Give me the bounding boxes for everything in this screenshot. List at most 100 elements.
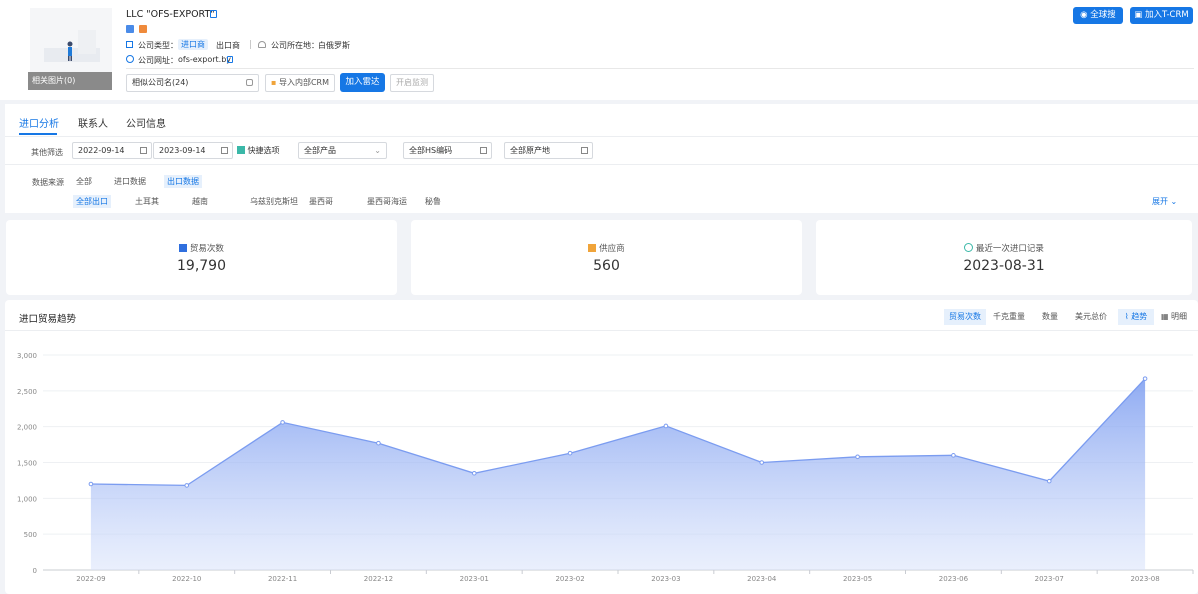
add-tcrm-label: 加入T-CRM xyxy=(1145,10,1189,20)
header-divider xyxy=(126,68,1194,69)
x-tick-label: 2023-08 xyxy=(1130,575,1159,583)
y-tick-label: 3,000 xyxy=(17,352,37,360)
chevron-down-icon: ⌄ xyxy=(374,146,381,155)
company-illustration-icon xyxy=(44,30,100,62)
active-tab-indicator xyxy=(19,133,57,135)
edit-icon[interactable] xyxy=(246,79,253,86)
company-website-link[interactable]: ofs-export.by xyxy=(178,55,231,64)
metric-quantity-button[interactable]: 数量 xyxy=(1032,309,1068,325)
date-to-input[interactable]: 2023-09-14 xyxy=(153,142,233,159)
folder-icon: ▪ xyxy=(270,78,277,87)
stat-label-last-import: 最近一次进口记录 xyxy=(816,242,1192,254)
data-point xyxy=(951,453,956,458)
quick-options-icon xyxy=(237,146,245,154)
x-tick-label: 2022-12 xyxy=(364,575,393,583)
stat-label-last-import-text: 最近一次进口记录 xyxy=(975,244,1044,254)
x-tick-label: 2023-03 xyxy=(651,575,680,583)
import-crm-label: 导入内部CRM xyxy=(278,78,329,87)
globe-icon xyxy=(126,55,134,63)
view-trend-label: 趋势 xyxy=(1131,312,1148,321)
source-export[interactable]: 出口数据 xyxy=(164,175,202,188)
origin-select[interactable]: 全部原产地 xyxy=(504,142,593,159)
source-label: 数据来源 xyxy=(32,178,64,187)
export-peru[interactable]: 秘鲁 xyxy=(425,196,441,207)
filter-label: 其他筛选 xyxy=(31,148,63,157)
date-from-value: 2022-09-14 xyxy=(78,146,125,155)
global-search-button[interactable]: ◉ 全球搜 xyxy=(1073,7,1123,24)
export-uzbekistan[interactable]: 乌兹别克斯坦 xyxy=(250,196,298,207)
x-tick-label: 2023-05 xyxy=(843,575,872,583)
stat-label-suppliers: 供应商 xyxy=(411,242,802,254)
analysis-panel: 进口分析 联系人 公司信息 其他筛选 2022-09-14 2023-09-14… xyxy=(5,104,1198,213)
global-search-label: 全球搜 xyxy=(1090,10,1116,20)
start-monitor-button[interactable]: 开启监测 xyxy=(390,74,434,92)
y-tick-label: 500 xyxy=(24,531,37,539)
linkedin-icon[interactable] xyxy=(126,25,134,33)
series-area xyxy=(90,378,1146,570)
tab-divider xyxy=(5,136,1198,137)
data-point xyxy=(1142,376,1148,381)
export-vietnam[interactable]: 越南 xyxy=(192,196,208,207)
date-to-value: 2023-09-14 xyxy=(159,146,206,155)
location-icon xyxy=(258,41,266,48)
stat-label-trades-text: 贸易次数 xyxy=(189,244,224,254)
x-tick-label: 2022-10 xyxy=(172,575,201,583)
stat-value-suppliers: 560 xyxy=(593,258,620,274)
chart-title: 进口贸易趋势 xyxy=(19,314,77,325)
location-label: 公司所在地： xyxy=(271,41,319,50)
expand-button[interactable]: 展开 ⌄ xyxy=(1152,196,1177,207)
similar-company-field[interactable]: 相似公司名(24) xyxy=(126,74,259,92)
stat-value-trades: 19,790 xyxy=(177,258,226,274)
product-select[interactable]: 全部产品 ⌄ xyxy=(298,142,387,159)
source-import[interactable]: 进口数据 xyxy=(114,176,146,187)
y-tick-label: 1,000 xyxy=(17,495,37,503)
x-tick-label: 2023-06 xyxy=(939,575,969,583)
company-type-label: 公司类型： xyxy=(138,41,178,50)
website-label: 公司网址： xyxy=(138,56,178,65)
add-radar-button[interactable]: 加入雷达 xyxy=(340,73,385,92)
tab-company-info[interactable]: 公司信息 xyxy=(126,115,166,130)
metric-usd-button[interactable]: 美元总价 xyxy=(1070,309,1112,325)
filter-divider xyxy=(5,164,1198,165)
quick-options-button[interactable]: 快捷选项 xyxy=(237,142,280,159)
data-point xyxy=(88,481,94,487)
phone-icon[interactable] xyxy=(139,25,147,33)
stat-value-last-import: 2023-08-31 xyxy=(963,258,1045,274)
export-all[interactable]: 全部出口 xyxy=(73,195,111,208)
stat-card-last-import: 最近一次进口记录 2023-08-31 xyxy=(816,220,1192,295)
export-mexico-sea[interactable]: 墨西哥海运 xyxy=(367,196,407,207)
export-turkey[interactable]: 土耳其 xyxy=(135,196,159,207)
metric-trades-button[interactable]: 贸易次数 xyxy=(944,309,986,325)
related-photos-button[interactable]: 相关图片(0) xyxy=(28,72,112,90)
import-crm-button[interactable]: ▪ 导入内部CRM xyxy=(265,74,335,92)
origin-value: 全部原产地 xyxy=(510,146,550,155)
chart-header-divider xyxy=(5,330,1198,331)
crm-icon: ▣ xyxy=(1134,10,1143,20)
company-header: 相关图片(0) LLC "OFS-EXPORT" 公司类型： 进口商 出口商 |… xyxy=(0,0,1198,100)
metric-weight-button[interactable]: 千克重量 xyxy=(988,309,1030,325)
data-point xyxy=(184,483,190,488)
data-point xyxy=(759,460,765,465)
export-mexico[interactable]: 墨西哥 xyxy=(309,196,333,207)
data-point xyxy=(855,454,860,460)
view-trend-button[interactable]: ⌇ 趋势 xyxy=(1118,309,1154,325)
y-tick-label: 2,000 xyxy=(17,424,37,432)
view-detail-label: 明细 xyxy=(1171,312,1188,321)
similar-company-label: 相似公司名(24) xyxy=(132,78,189,87)
tab-import-analysis[interactable]: 进口分析 xyxy=(19,115,59,130)
copy-website-icon[interactable] xyxy=(227,56,233,63)
chevron-down-icon: ⌄ xyxy=(1170,197,1178,206)
data-point xyxy=(1046,478,1052,484)
bar-chart-icon xyxy=(179,244,188,252)
calendar-icon xyxy=(221,147,228,154)
view-detail-button[interactable]: ▦ 明细 xyxy=(1156,309,1192,325)
add-tcrm-button[interactable]: ▣ 加入T-CRM xyxy=(1130,7,1193,24)
source-all[interactable]: 全部 xyxy=(76,176,92,187)
copy-icon[interactable] xyxy=(210,10,217,18)
stat-card-suppliers: 供应商 560 xyxy=(411,220,802,295)
x-tick-label: 2023-01 xyxy=(460,575,489,583)
date-from-input[interactable]: 2022-09-14 xyxy=(72,142,152,159)
hs-code-select[interactable]: 全部HS编码 xyxy=(403,142,492,159)
product-value: 全部产品 xyxy=(304,146,336,155)
tab-contacts[interactable]: 联系人 xyxy=(78,115,108,130)
